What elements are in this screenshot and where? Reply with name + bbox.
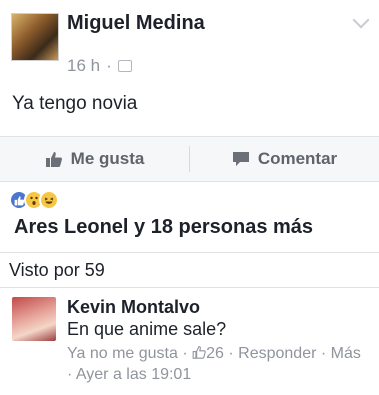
like-label: Me gusta — [70, 149, 145, 168]
author-avatar[interactable] — [11, 13, 59, 61]
separator-dot: · — [228, 345, 234, 362]
privacy-icon[interactable] — [117, 60, 132, 72]
separator-dot: · — [320, 345, 327, 362]
thumbs-up-icon — [192, 345, 206, 365]
post-meta: 16 h · — [67, 56, 132, 76]
comment-timestamp[interactable]: Ayer a las 19:01 — [76, 366, 191, 383]
commenter-name[interactable]: Kevin Montalvo — [67, 297, 200, 318]
thumbs-up-icon — [45, 150, 63, 168]
separator-dot: · — [106, 56, 112, 75]
like-button[interactable]: Me gusta — [0, 137, 189, 181]
action-bar: Me gusta Comentar — [0, 136, 379, 182]
unlike-link[interactable]: Ya no me gusta — [67, 345, 178, 362]
comment-label: Comentar — [257, 149, 338, 168]
comment-text: En que anime sale? — [67, 319, 227, 339]
author-name[interactable]: Miguel Medina — [67, 12, 205, 35]
comment-icon — [232, 151, 250, 167]
reactions-summary[interactable]: Ares Leonel y 18 personas más — [0, 182, 379, 252]
haha-reaction-icon — [39, 190, 59, 210]
comment-meta: Ya no me gusta · 26 · Responder · Más · … — [67, 344, 367, 385]
comment-item: Kevin Montalvo En que anime sale? Ya no … — [0, 287, 379, 395]
post-text: Ya tengo novia — [12, 93, 138, 114]
reactions-text[interactable]: Ares Leonel y 18 personas más — [14, 216, 313, 239]
likes-count: 26 — [206, 345, 224, 362]
separator-dot: · — [67, 366, 73, 383]
separator-dot: · — [182, 345, 188, 362]
post-time[interactable]: 16 h — [67, 56, 100, 76]
comment-button[interactable]: Comentar — [190, 137, 379, 181]
seen-by-row[interactable]: Visto por 59 — [0, 252, 379, 288]
commenter-avatar[interactable] — [12, 297, 56, 341]
chevron-down-icon[interactable] — [352, 11, 370, 29]
comment-likes[interactable]: 26 — [192, 345, 224, 362]
more-link[interactable]: Más — [331, 345, 361, 362]
post-header: Miguel Medina 16 h · — [0, 0, 379, 88]
seen-by-label: Visto por 59 — [9, 259, 105, 280]
reaction-icons — [9, 190, 59, 210]
reply-link[interactable]: Responder — [238, 345, 316, 362]
